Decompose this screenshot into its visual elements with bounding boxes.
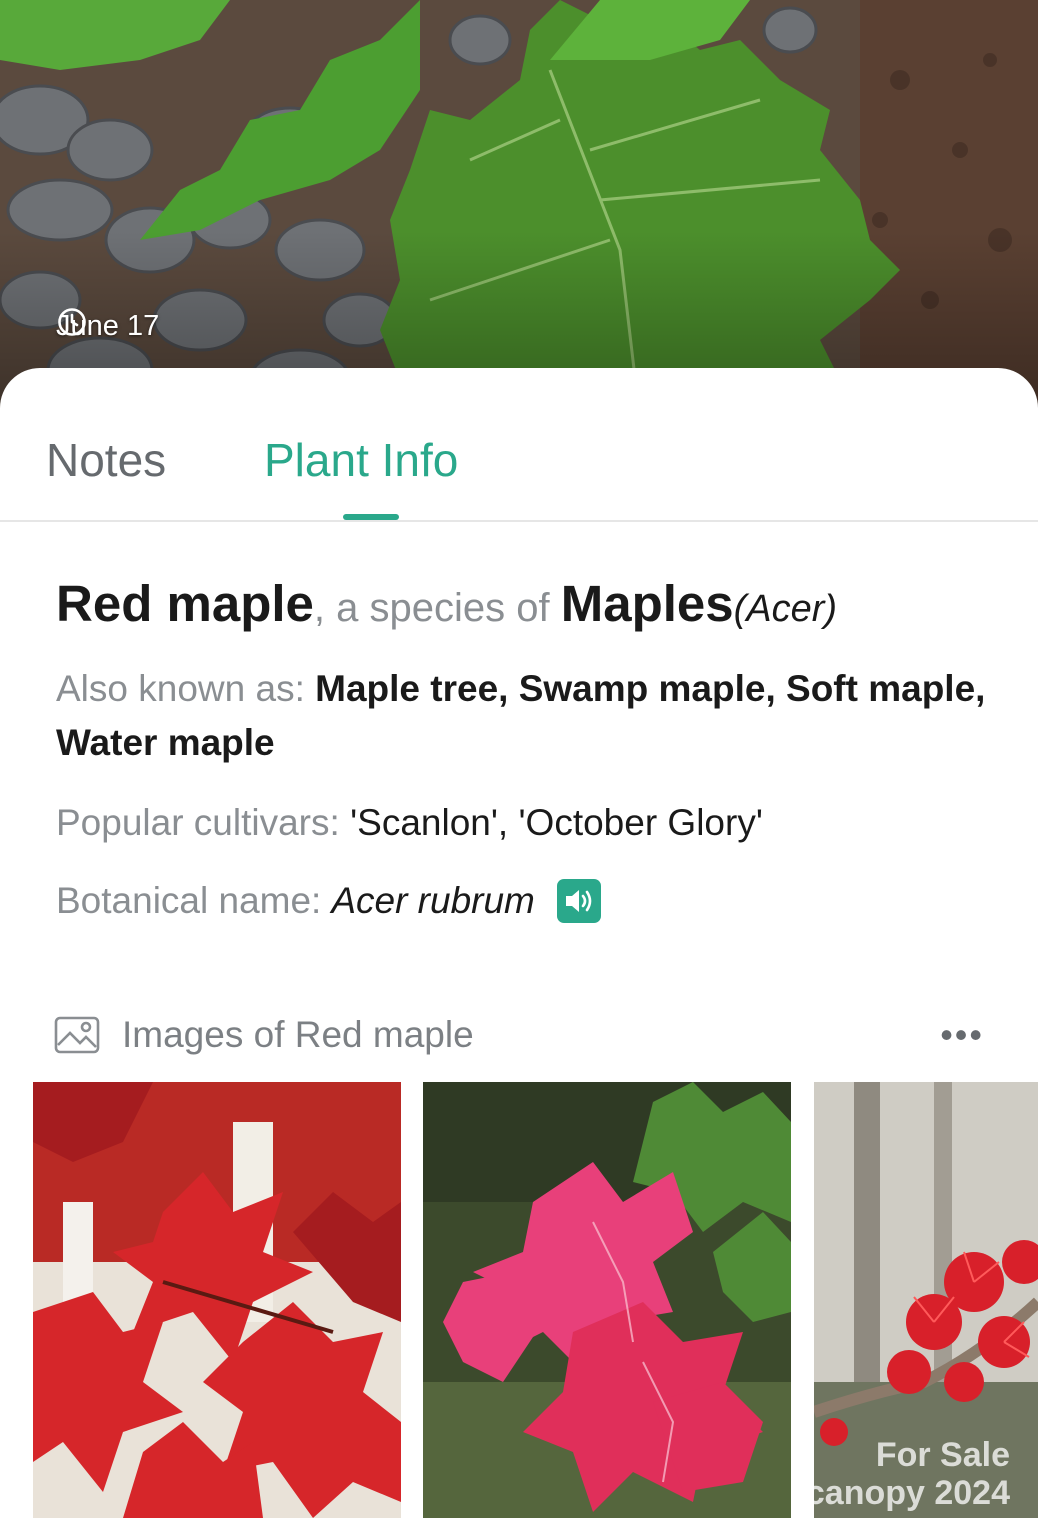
- image-thumbnail-2[interactable]: [423, 1082, 791, 1518]
- also-known-label: Also known as:: [56, 668, 316, 709]
- genus-latin-name: (Acer): [733, 588, 838, 630]
- tab-notes[interactable]: Notes: [46, 432, 166, 488]
- more-icon[interactable]: •••: [940, 1014, 984, 1056]
- plant-title: Red maple, a species of Maples(Acer): [56, 572, 1016, 641]
- speaker-icon[interactable]: [556, 879, 601, 923]
- botanical-label: Botanical name:: [56, 880, 322, 921]
- photo-date: June 17: [56, 306, 159, 346]
- images-section-header: Images of Red maple •••: [54, 1010, 984, 1060]
- image-thumbnail-1[interactable]: [33, 1082, 401, 1518]
- images-section-title: Images of Red maple: [122, 1014, 474, 1055]
- watermark-line-1: For Sale: [875, 1436, 1010, 1474]
- watermark-line-2: canopy 2024: [805, 1474, 1010, 1512]
- cultivars-label: Popular cultivars:: [56, 802, 351, 843]
- speaker-glyph: [565, 890, 592, 912]
- clock-icon: [58, 308, 86, 336]
- pink-leaves-image: [423, 1082, 791, 1518]
- active-tab-indicator: [343, 514, 399, 520]
- genus-common-name[interactable]: Maples: [561, 575, 734, 632]
- plant-photo: June 17: [0, 0, 1038, 420]
- plant-common-name: Red maple: [56, 575, 314, 632]
- image-watermark: For Sale canopy 2024: [760, 1436, 1010, 1512]
- also-known-as: Also known as: Maple tree, Swamp maple, …: [56, 662, 996, 770]
- tab-plant-info[interactable]: Plant Info: [264, 432, 458, 488]
- species-of-text: , a species of: [313, 586, 561, 630]
- popular-cultivars: Popular cultivars: 'Scanlon', 'October G…: [56, 796, 996, 850]
- red-leaves-image: [33, 1082, 401, 1518]
- botanical-name: Botanical name: Acer rubrum: [56, 874, 996, 928]
- plant-detail-sheet: Notes Plant Info Red maple, a species of…: [0, 368, 1038, 1536]
- cultivars-value: 'Scanlon', 'October Glory': [350, 802, 763, 843]
- tab-bar: Notes Plant Info: [0, 368, 1038, 522]
- gallery-icon: [54, 1016, 100, 1054]
- plant-photo-illustration: [0, 0, 1038, 420]
- botanical-value: Acer rubrum: [331, 880, 535, 921]
